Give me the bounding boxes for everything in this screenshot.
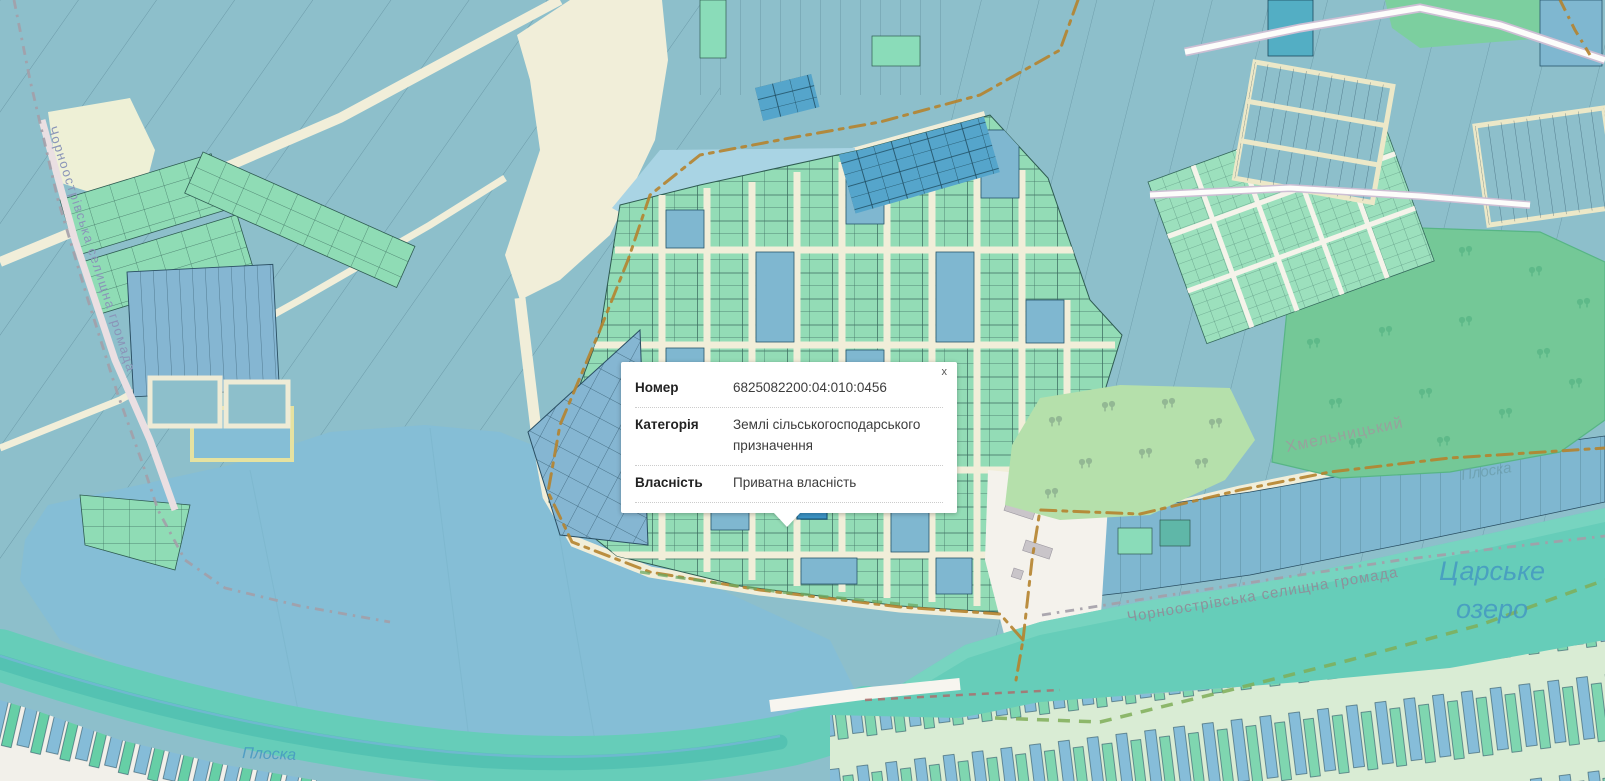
popup-label-ownership: Власність <box>635 473 723 494</box>
cadastral-map-app: Чорноострівська селищна громада Чорноост… <box>0 0 1605 781</box>
popup-value-category: Землі сільськогосподарського призначення <box>733 415 943 457</box>
popup-pointer-arrow <box>773 512 801 527</box>
popup-close-button[interactable]: x <box>942 367 948 378</box>
popup-row-category: Категорія Землі сільськогосподарського п… <box>635 408 943 466</box>
label-lake-line2: озеро <box>1456 594 1528 624</box>
popup-row-number: Номер 6825082200:04:010:0456 <box>635 371 943 408</box>
popup-label-category: Категорія <box>635 415 723 457</box>
popup-label-number: Номер <box>635 378 723 399</box>
label-river-ploska-left: Плоска <box>242 745 297 764</box>
popup-value-number: 6825082200:04:010:0456 <box>733 378 943 399</box>
popup-row-ownership: Власність Приватна власність <box>635 466 943 503</box>
label-lake-line1: Царське <box>1439 556 1545 586</box>
popup-value-ownership: Приватна власність <box>733 473 943 494</box>
parcel-info-popup: x Номер 6825082200:04:010:0456 Категорія… <box>621 362 957 513</box>
strip-block-left <box>127 264 288 426</box>
